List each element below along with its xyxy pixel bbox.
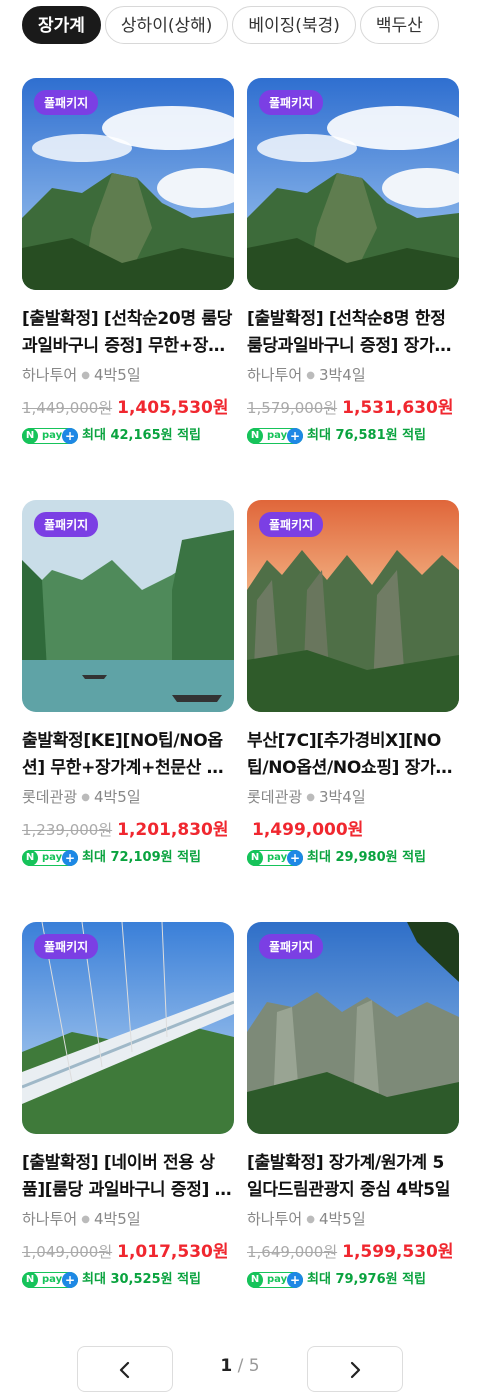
product-image[interactable]: 풀패키지 <box>247 500 459 712</box>
pagination: 1 / 5 <box>0 1344 480 1394</box>
product-image[interactable]: 풀패키지 <box>247 922 459 1134</box>
npay-points-text: 최대 30,525원 적립 <box>82 1272 202 1287</box>
npay-points-text: 최대 29,980원 적립 <box>307 850 427 865</box>
product-card[interactable]: 풀패키지 [출발확정] [네이버 전용 상품][룸당 과일바구니 증정] 장가계… <box>22 922 234 1290</box>
product-meta: 롯데관광 ● 4박5일 <box>22 786 234 808</box>
original-price: 1,449,000원 <box>22 399 113 417</box>
chevron-left-icon <box>119 1361 130 1379</box>
package-badge: 풀패키지 <box>259 90 324 115</box>
current-page: 1 <box>220 1356 233 1376</box>
npay-points-text: 최대 76,581원 적립 <box>307 428 427 443</box>
total-pages: 5 <box>248 1356 260 1376</box>
package-badge: 풀패키지 <box>259 934 324 959</box>
agency-name: 하나투어 <box>22 1210 78 1228</box>
original-price: 1,649,000원 <box>247 1243 338 1261</box>
category-tabs: 장가계 상하이(상해) 베이징(북경) 백두산 <box>22 6 480 46</box>
npay-points-text: 최대 72,109원 적립 <box>82 850 202 865</box>
agency-name: 롯데관광 <box>247 788 303 806</box>
price-row: 1,449,000원 1,405,530원 <box>22 396 234 420</box>
npay-plus-icon: Npay + <box>247 428 303 444</box>
sale-price: 1,201,830원 <box>117 820 229 840</box>
agency-name: 하나투어 <box>22 366 78 384</box>
product-image[interactable]: 풀패키지 <box>22 922 234 1134</box>
sale-price: 1,405,530원 <box>117 398 229 418</box>
meta-dot: ● <box>81 792 90 803</box>
package-badge: 풀패키지 <box>259 512 324 537</box>
price-row: 1,579,000원 1,531,630원 <box>247 396 459 420</box>
product-meta: 하나투어 ● 4박5일 <box>22 1208 234 1230</box>
meta-dot: ● <box>306 792 315 803</box>
page-indicator: 1 / 5 <box>200 1356 280 1376</box>
npay-points-text: 최대 42,165원 적립 <box>82 428 202 443</box>
product-card[interactable]: 풀패키지 출발확정[KE][NO팁/NO옵션] 무한+장가계+천문산 4박5일 … <box>22 500 234 868</box>
npay-points: Npay + 최대 29,980원 적립 <box>247 848 459 868</box>
npay-plus-icon: Npay + <box>247 850 303 866</box>
duration: 3박4일 <box>318 366 366 384</box>
meta-dot: ● <box>306 370 315 381</box>
npay-points-text: 최대 79,976원 적립 <box>307 1272 427 1287</box>
npay-points: Npay + 최대 30,525원 적립 <box>22 1270 234 1290</box>
product-meta: 하나투어 ● 3박4일 <box>247 364 459 386</box>
package-badge: 풀패키지 <box>34 90 99 115</box>
npay-plus-icon: Npay + <box>247 1272 303 1288</box>
original-price: 1,579,000원 <box>247 399 338 417</box>
product-meta: 하나투어 ● 4박5일 <box>22 364 234 386</box>
npay-points: Npay + 최대 76,581원 적립 <box>247 426 459 446</box>
product-image[interactable]: 풀패키지 <box>22 78 234 290</box>
price-row: 1,649,000원 1,599,530원 <box>247 1240 459 1264</box>
product-title[interactable]: [출발확정] [선착순8명 한정 룸당과일바구니 증정] 장가계 3박4일 <box>247 306 459 360</box>
price-row: 1,499,000원 <box>247 818 459 842</box>
product-meta: 롯데관광 ● 3박4일 <box>247 786 459 808</box>
tab-baekdusan[interactable]: 백두산 <box>359 6 439 44</box>
meta-dot: ● <box>306 1214 315 1225</box>
product-title[interactable]: 출발확정[KE][NO팁/NO옵션] 무한+장가계+천문산 4박5일 <box>22 728 234 782</box>
package-badge: 풀패키지 <box>34 934 99 959</box>
product-title[interactable]: 부산[7C][추가경비X][NO팁/NO옵션/NO쇼핑] 장가계 3박4일 <box>247 728 459 782</box>
duration: 4박5일 <box>93 366 141 384</box>
tab-beijing[interactable]: 베이징(북경) <box>232 6 356 44</box>
product-title[interactable]: [출발확정] [네이버 전용 상품][룸당 과일바구니 증정] 장가계 4박5일 <box>22 1150 234 1204</box>
tab-shanghai[interactable]: 상하이(상해) <box>104 6 229 44</box>
sale-price: 1,531,630원 <box>342 398 454 418</box>
duration: 4박5일 <box>93 788 141 806</box>
product-meta: 하나투어 ● 4박5일 <box>247 1208 459 1230</box>
sale-price: 1,599,530원 <box>342 1242 454 1262</box>
npay-points: Npay + 최대 72,109원 적립 <box>22 848 234 868</box>
agency-name: 롯데관광 <box>22 788 78 806</box>
package-badge: 풀패키지 <box>34 512 99 537</box>
duration: 4박5일 <box>318 1210 366 1228</box>
product-title[interactable]: [출발확정] 장가계/원가계 5일다드림관광지 중심 4박5일 <box>247 1150 459 1204</box>
price-row: 1,239,000원 1,201,830원 <box>22 818 234 842</box>
original-price: 1,239,000원 <box>22 821 113 839</box>
product-card[interactable]: 풀패키지 부산[7C][추가경비X][NO팁/NO옵션/NO쇼핑] 장가계 3박… <box>247 500 459 868</box>
original-price: 1,049,000원 <box>22 1243 113 1261</box>
product-image[interactable]: 풀패키지 <box>247 78 459 290</box>
chevron-right-icon <box>350 1361 361 1379</box>
product-card[interactable]: 풀패키지 [출발확정] 장가계/원가계 5일다드림관광지 중심 4박5일 하나투… <box>247 922 459 1290</box>
sale-price: 1,499,000원 <box>252 820 364 840</box>
agency-name: 하나투어 <box>247 1210 303 1228</box>
product-image[interactable]: 풀패키지 <box>22 500 234 712</box>
product-card[interactable]: 풀패키지 [출발확정] [선착순20명 룸당 과일바구니 증정] 무한+장가계+… <box>22 78 234 446</box>
meta-dot: ● <box>81 370 90 381</box>
npay-plus-icon: Npay + <box>22 850 78 866</box>
duration: 4박5일 <box>93 1210 141 1228</box>
npay-plus-icon: Npay + <box>22 1272 78 1288</box>
product-title[interactable]: [출발확정] [선착순20명 룸당 과일바구니 증정] 무한+장가계+천문산 4… <box>22 306 234 360</box>
tab-zhangjiajie[interactable]: 장가계 <box>22 6 101 44</box>
page-separator: / <box>237 1356 244 1376</box>
npay-plus-icon: Npay + <box>22 428 78 444</box>
price-row: 1,049,000원 1,017,530원 <box>22 1240 234 1264</box>
sale-price: 1,017,530원 <box>117 1242 229 1262</box>
prev-page-button[interactable] <box>77 1346 173 1392</box>
meta-dot: ● <box>81 1214 90 1225</box>
agency-name: 하나투어 <box>247 366 303 384</box>
next-page-button[interactable] <box>307 1346 403 1392</box>
npay-points: Npay + 최대 42,165원 적립 <box>22 426 234 446</box>
product-card[interactable]: 풀패키지 [출발확정] [선착순8명 한정 룸당과일바구니 증정] 장가계 3박… <box>247 78 459 446</box>
npay-points: Npay + 최대 79,976원 적립 <box>247 1270 459 1290</box>
duration: 3박4일 <box>318 788 366 806</box>
